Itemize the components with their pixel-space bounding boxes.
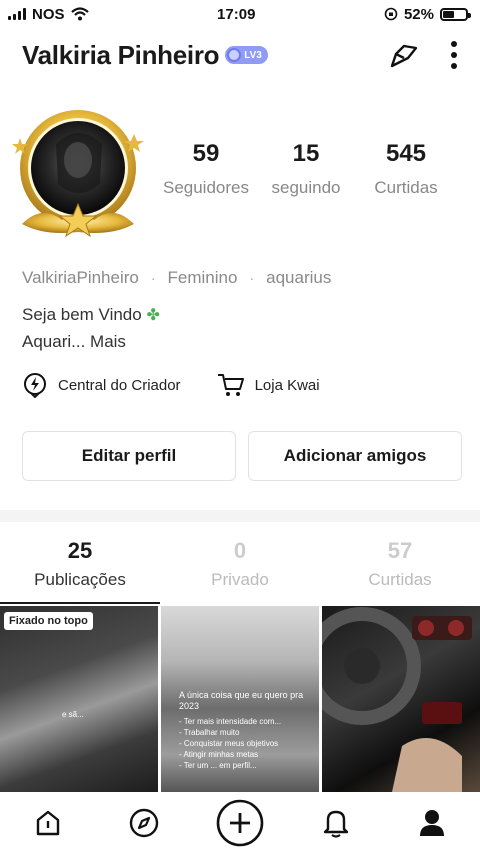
profile-shortcuts: Central do Criador Loja Kwai: [22, 372, 320, 398]
home-icon: [36, 810, 60, 836]
followers-count: 59: [192, 140, 220, 167]
tab-publications[interactable]: 25 Publicações: [0, 524, 160, 604]
likes-label: Curtidas: [374, 178, 438, 197]
post-overlay-text: A única coisa que eu quero pra 2023 - Te…: [179, 690, 304, 770]
separator-dot: ·: [150, 270, 156, 286]
battery-percent: 52%: [403, 5, 434, 23]
cart-icon: [217, 374, 244, 396]
bio[interactable]: Seja bem Vindo ✤ Aquari... Mais: [22, 302, 160, 355]
avatar[interactable]: [12, 104, 148, 240]
separator-dot: ·: [249, 270, 255, 286]
battery-icon: [439, 7, 471, 21]
followers-label: Seguidores: [162, 178, 249, 197]
nav-discover[interactable]: [119, 798, 169, 848]
clock: 17:09: [217, 5, 256, 23]
carrier-label: NOS: [32, 5, 65, 23]
post-caption: e sã...: [62, 710, 84, 719]
likes-count: 545: [385, 140, 427, 167]
shop-link[interactable]: Loja Kwai: [217, 372, 320, 398]
profile-icon: [420, 810, 444, 836]
nav-create[interactable]: [215, 798, 265, 848]
stat-following[interactable]: 15 seguindo: [256, 140, 356, 198]
creator-center-label: Central do Criador: [58, 376, 181, 394]
profile-meta: ValkiriaPinheiro · Feminino · aquarius: [22, 268, 331, 288]
profile-header: Valkiria Pinheiro LV3: [0, 30, 480, 80]
level-badge[interactable]: LV3: [225, 46, 268, 64]
creator-center-link[interactable]: Central do Criador: [22, 372, 181, 398]
tab-label: Privado: [211, 570, 269, 589]
page-title: Valkiria Pinheiro: [22, 39, 220, 70]
tab-liked[interactable]: 57 Curtidas: [320, 524, 480, 604]
nav-notifications[interactable]: [311, 798, 361, 848]
gender: Feminino: [167, 268, 238, 287]
status-bar: NOS 17:09 52%: [0, 0, 480, 28]
tab-count: 57: [387, 538, 413, 563]
nav-home[interactable]: [23, 798, 73, 848]
more-icon: [451, 41, 457, 69]
stat-likes[interactable]: 545 Curtidas: [356, 140, 456, 198]
nav-profile[interactable]: [407, 798, 457, 848]
tab-count: 25: [67, 538, 93, 563]
gem-icon: [227, 48, 242, 62]
section-divider: [0, 510, 480, 522]
posts-grid: Fixado no topo e sã... A única coisa que…: [0, 606, 480, 792]
level-label: LV3: [244, 49, 262, 61]
status-right: 52%: [384, 5, 471, 23]
signal-icon: [8, 8, 26, 20]
post-thumbnail[interactable]: A única coisa que eu quero pra 2023 - Te…: [161, 606, 319, 792]
bio-line-1: Seja bem Vindo ✤: [22, 305, 160, 324]
tab-label: Curtidas: [368, 570, 432, 589]
compass-icon: [129, 808, 159, 838]
following-count: 15: [292, 140, 320, 167]
edit-profile-button[interactable]: Editar perfil: [22, 431, 236, 481]
avatar-frame: [12, 110, 144, 238]
more-options-button[interactable]: [450, 40, 458, 70]
status-left: NOS: [8, 6, 89, 23]
post-thumbnail[interactable]: Fixado no topo e sã...: [0, 606, 158, 792]
lightning-icon: [24, 373, 46, 398]
share-button[interactable]: [386, 38, 420, 72]
steering-wheel-image: [322, 607, 472, 792]
profile-actions: Editar perfil Adicionar amigos: [22, 431, 462, 481]
share-icon: [390, 44, 418, 68]
tab-private[interactable]: 0 Privado: [160, 524, 320, 604]
shop-label: Loja Kwai: [254, 376, 320, 394]
handle: ValkiriaPinheiro: [22, 268, 139, 287]
plus-icon: [216, 799, 264, 847]
clover-icon: ✤: [146, 307, 160, 324]
rotation-lock-icon: [384, 7, 398, 21]
pinned-badge: Fixado no topo: [4, 612, 93, 630]
zodiac-sign: aquarius: [266, 268, 332, 287]
content-tabs: 25 Publicações 0 Privado 57 Curtidas: [0, 524, 480, 604]
bio-line-2: Aquari... Mais: [22, 332, 126, 351]
wifi-icon: [70, 7, 89, 21]
bottom-navigation: [0, 792, 480, 854]
following-label: seguindo: [271, 178, 341, 197]
bell-icon: [323, 810, 349, 838]
tab-count: 0: [233, 538, 247, 563]
add-friends-button[interactable]: Adicionar amigos: [248, 431, 462, 481]
profile-stats: 59 Seguidores 15 seguindo 545 Curtidas: [156, 140, 456, 198]
stat-followers[interactable]: 59 Seguidores: [156, 140, 256, 198]
tab-label: Publicações: [34, 570, 126, 589]
post-thumbnail[interactable]: [322, 606, 480, 792]
